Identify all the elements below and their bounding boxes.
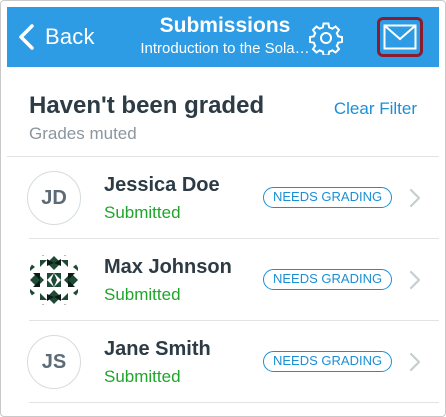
submission-row[interactable]: JD Jessica Doe Submitted NEEDS GRADING: [7, 157, 439, 239]
student-name: Jane Smith: [104, 338, 211, 360]
needs-grading-badge: NEEDS GRADING: [263, 351, 393, 372]
needs-grading-badge: NEEDS GRADING: [263, 187, 393, 208]
app-frame: Back Submissions Introduction to the Sol…: [0, 0, 446, 417]
chevron-right-icon: [409, 352, 421, 372]
filter-header: Haven't been graded Grades muted Clear F…: [7, 67, 439, 157]
back-label: Back: [45, 24, 95, 49]
chevron-right-icon: [409, 188, 421, 208]
envelope-icon: [383, 24, 417, 50]
avatar: [27, 253, 81, 307]
student-name: Max Johnson: [104, 256, 232, 278]
avatar: JD: [27, 171, 81, 225]
message-students-button[interactable]: [377, 17, 423, 57]
filter-title: Haven't been graded: [29, 92, 265, 119]
submission-status: Submitted: [104, 203, 181, 222]
submission-row[interactable]: JS Jane Smith Submitted NEEDS GRADING: [7, 321, 439, 403]
student-name: Jessica Doe: [104, 174, 220, 196]
page-title: Submissions: [159, 14, 291, 37]
submission-status: Submitted: [104, 285, 181, 304]
submission-row[interactable]: Max Johnson Submitted NEEDS GRADING: [7, 239, 439, 321]
submission-status: Submitted: [104, 367, 181, 386]
chevron-left-icon: [19, 24, 34, 50]
chevron-right-icon: [409, 270, 421, 290]
nav-title-group: Submissions Introduction to the Sola…: [119, 13, 331, 59]
needs-grading-badge: NEEDS GRADING: [263, 269, 393, 290]
clear-filter-button[interactable]: Clear Filter: [334, 99, 417, 119]
gear-icon[interactable]: [309, 21, 343, 55]
back-button[interactable]: Back: [17, 22, 95, 52]
nav-bar: Back Submissions Introduction to the Sol…: [7, 7, 439, 67]
row-divider: [29, 402, 439, 403]
geometric-avatar-image: [27, 253, 81, 307]
avatar: JS: [27, 335, 81, 389]
course-subtitle: Introduction to the Sola…: [140, 40, 310, 57]
filter-subtitle: Grades muted: [29, 124, 137, 143]
